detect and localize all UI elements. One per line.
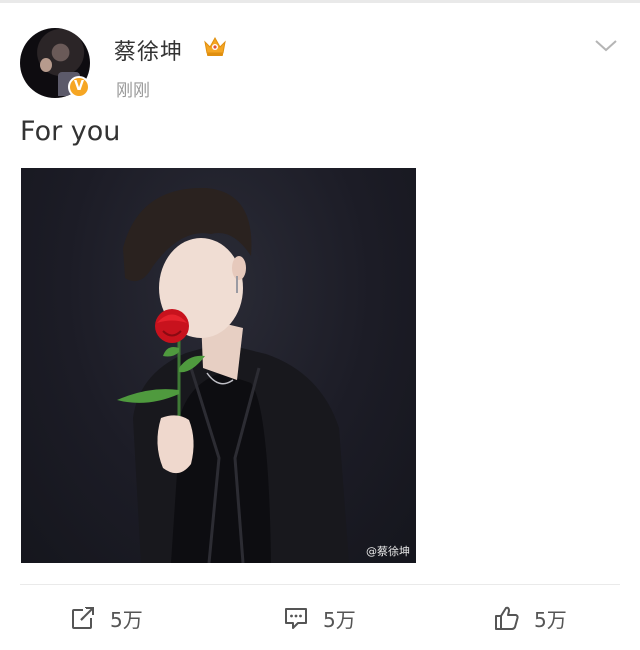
share-icon [72, 607, 95, 629]
post-timestamp: 刚刚 [116, 81, 150, 101]
actions-divider [20, 584, 620, 585]
crown-icon [204, 36, 226, 56]
chevron-down-icon[interactable] [594, 38, 618, 54]
comment-icon [285, 608, 307, 629]
like-count: 5万 [534, 607, 567, 632]
repost-button[interactable]: 5万 [70, 596, 143, 640]
like-button[interactable]: 5万 [494, 596, 567, 640]
post-image[interactable]: @蔡徐坤 [21, 168, 416, 563]
portrait-illustration [117, 187, 349, 563]
top-divider [0, 0, 640, 3]
thumbs-up-icon [495, 606, 519, 630]
post-text: For you [20, 116, 121, 147]
comment-count: 5万 [323, 607, 356, 632]
action-bar: 5万 5万 5万 [0, 596, 640, 640]
post-header: V 蔡徐坤 刚刚 [20, 28, 620, 101]
username[interactable]: 蔡徐坤 [114, 34, 183, 66]
comment-button[interactable]: 5万 [283, 596, 356, 640]
image-watermark: @蔡徐坤 [366, 545, 410, 558]
repost-count: 5万 [110, 607, 143, 632]
verified-badge-icon: V [68, 76, 90, 98]
